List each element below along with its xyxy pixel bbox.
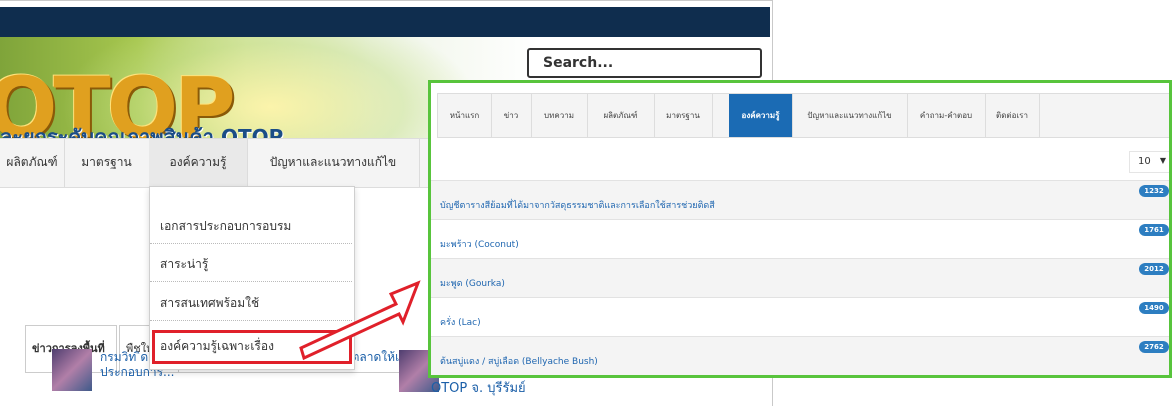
callout-arrow — [299, 280, 421, 361]
arrow-icon — [299, 280, 421, 361]
